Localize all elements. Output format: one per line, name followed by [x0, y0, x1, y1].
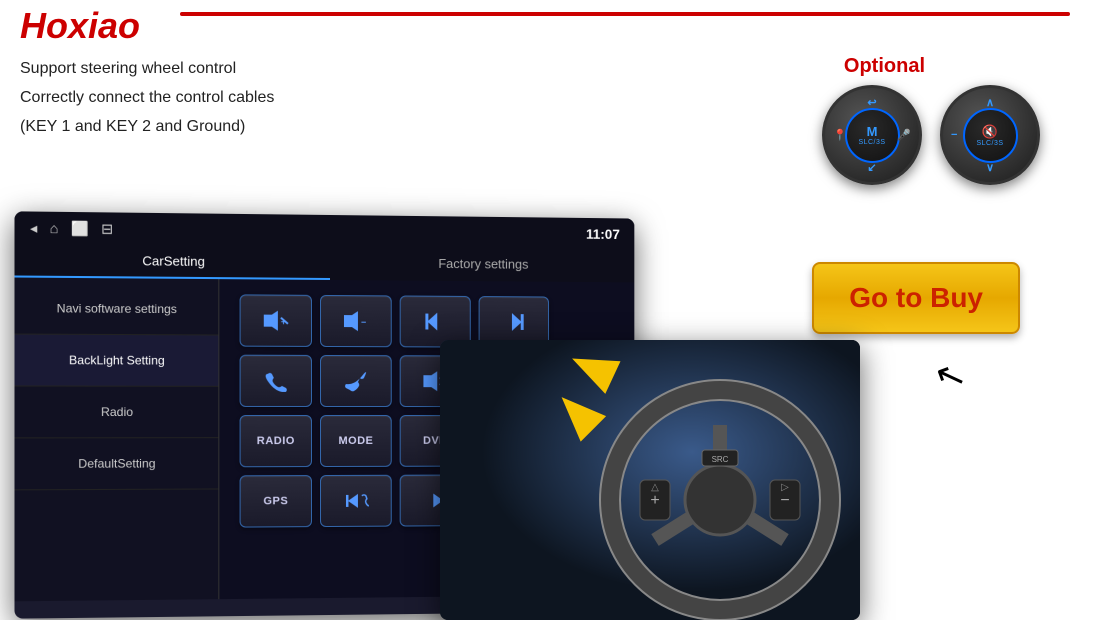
optional-label: Optional [844, 55, 925, 78]
top-accent-line [180, 12, 1070, 16]
wheel-button-right[interactable]: ∧ ∨ − 🔇 SLC/3S [940, 85, 1040, 185]
wheel-right-top-icon: ∧ [986, 96, 994, 109]
svg-text:△: △ [651, 482, 659, 493]
wheel-left-top-icon: ↩ [867, 96, 876, 109]
menu-item-navi[interactable]: Navi software settings [14, 283, 218, 336]
wheel-left-left-icon: 📍 [833, 129, 847, 142]
description-line3: (KEY 1 and KEY 2 and Ground) [20, 113, 274, 142]
cursor-arrow-icon: ↖ [929, 351, 972, 401]
wheel-right-inner: 🔇 SLC/3S [963, 108, 1018, 163]
status-time: 11:07 [586, 226, 620, 242]
home-icon[interactable]: ⌂ [50, 220, 59, 236]
wheel-right-center-label: 🔇 [982, 124, 998, 140]
ctrl-vol-down[interactable]: − [320, 295, 392, 347]
menu-item-radio[interactable]: Radio [14, 386, 218, 438]
wheel-left-sub-label: SLC/3S [858, 139, 885, 146]
svg-text:−: − [780, 492, 789, 509]
wheel-right-sub-label: SLC/3S [976, 140, 1003, 147]
wheel-left-right-icon: 🎤 [897, 129, 911, 142]
tabs-bar: CarSetting Factory settings [14, 244, 634, 282]
svg-text:+: + [650, 492, 659, 509]
menu-item-backlight[interactable]: BackLight Setting [14, 335, 218, 387]
wheel-left-bottom-icon: ↙ [867, 161, 876, 174]
ctrl-hangup[interactable] [320, 355, 392, 407]
wheel-buttons-container: ↩ ↙ 📍 M SLC/3S 🎤 ∧ ∨ − 🔇 SLC/3S [822, 85, 1040, 185]
back-icon[interactable]: ◂ [30, 219, 37, 236]
menu-item-default[interactable]: DefaultSetting [14, 438, 218, 490]
tab-factory-settings[interactable]: Factory settings [330, 247, 634, 282]
wheel-left-center-label: M [867, 124, 878, 139]
description-line1: Support steering wheel control [20, 55, 274, 84]
svg-text:SRC: SRC [712, 455, 729, 464]
wheel-left-inner: M SLC/3S [845, 108, 900, 163]
tab-carsetting[interactable]: CarSetting [14, 244, 330, 280]
ctrl-mode[interactable]: MODE [320, 415, 392, 467]
ctrl-radio[interactable]: RADIO [240, 415, 312, 467]
wheel-right-bottom-icon: ∨ [986, 161, 994, 174]
svg-text:+: + [281, 317, 286, 327]
svg-text:▷: ▷ [781, 482, 789, 493]
ctrl-gps[interactable]: GPS [240, 475, 312, 528]
wheel-button-left[interactable]: ↩ ↙ 📍 M SLC/3S 🎤 [822, 85, 922, 185]
ctrl-prev-call[interactable] [320, 475, 392, 527]
steering-wheel-svg: SRC + − △ ▷ [440, 340, 860, 620]
wheel-right-left-icon: − [951, 129, 957, 141]
steering-wheel-photo: SRC + − △ ▷ [440, 340, 860, 620]
left-menu: Navi software settings BackLight Setting… [14, 278, 219, 602]
description-block: Support steering wheel control Correctly… [20, 55, 274, 141]
brand-logo: Hoxiao [20, 5, 140, 47]
recents-icon[interactable]: ⬜ [71, 220, 89, 237]
description-line2: Correctly connect the control cables [20, 84, 274, 113]
go-to-buy-button[interactable]: Go to Buy [812, 262, 1020, 334]
svg-text:−: − [361, 317, 366, 327]
menu-icon[interactable]: ⊟ [101, 220, 113, 237]
ctrl-vol-up[interactable]: + [240, 294, 312, 347]
ctrl-call[interactable] [240, 355, 312, 407]
